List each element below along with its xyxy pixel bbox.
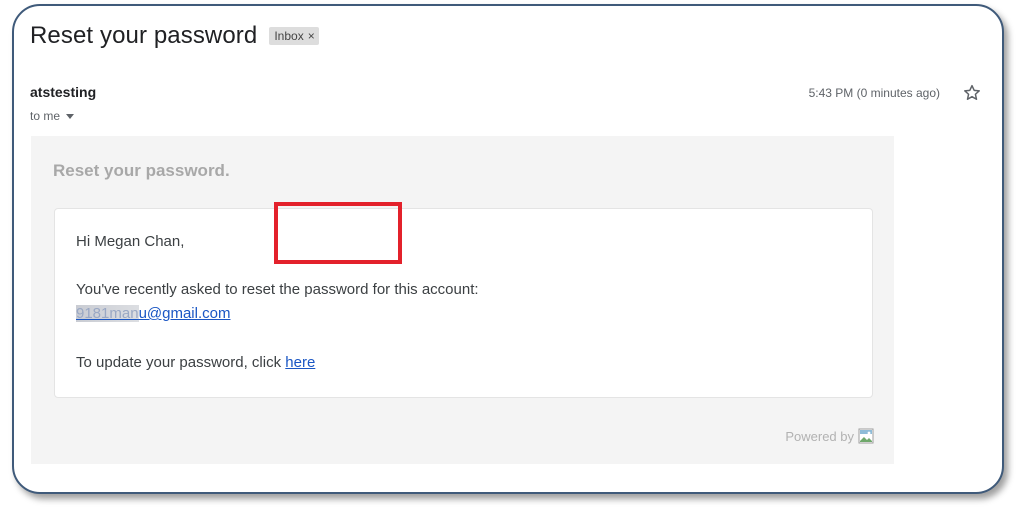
recipient-text: to me: [30, 109, 61, 123]
powered-by-text: Powered by: [785, 428, 854, 444]
email-window-frame: Reset your password Inbox × atstesting t…: [12, 4, 1004, 494]
message-card: Hi Megan Chan, You've recently asked to …: [54, 208, 873, 398]
account-info-block: You've recently asked to reset the passw…: [76, 278, 479, 326]
broken-image-icon: [858, 428, 874, 444]
body-heading: Reset your password.: [53, 161, 230, 180]
update-text: To update your password, click: [76, 354, 286, 371]
reset-password-link[interactable]: here: [285, 354, 315, 371]
recipient-details-toggle[interactable]: to me: [30, 109, 75, 123]
account-email-link[interactable]: 9181manu@gmail.com: [76, 305, 230, 322]
email-timestamp: 5:43 PM (0 minutes ago): [808, 86, 940, 100]
email-suffix: u@gmail.com: [138, 305, 231, 322]
greeting-text: Hi Megan Chan,: [76, 233, 185, 250]
sender-name: atstesting: [30, 84, 97, 100]
inbox-label-chip[interactable]: Inbox ×: [269, 27, 319, 45]
remove-label-icon[interactable]: ×: [308, 29, 315, 43]
email-subject: Reset your password: [30, 22, 258, 49]
annotation-highlight-box: [274, 202, 402, 264]
subject-row: Reset your password Inbox ×: [30, 22, 319, 50]
star-icon[interactable]: [962, 83, 982, 103]
update-password-line: To update your password, click here: [76, 351, 315, 375]
email-body: Reset your password. Hi Megan Chan, You'…: [31, 136, 894, 464]
powered-by-footer: Powered by: [785, 428, 874, 444]
redacted-email-prefix: 9181man: [76, 305, 139, 322]
inbox-label-text: Inbox: [274, 29, 304, 43]
info-text: You've recently asked to reset the passw…: [76, 281, 479, 298]
caret-down-icon[interactable]: [66, 113, 75, 119]
